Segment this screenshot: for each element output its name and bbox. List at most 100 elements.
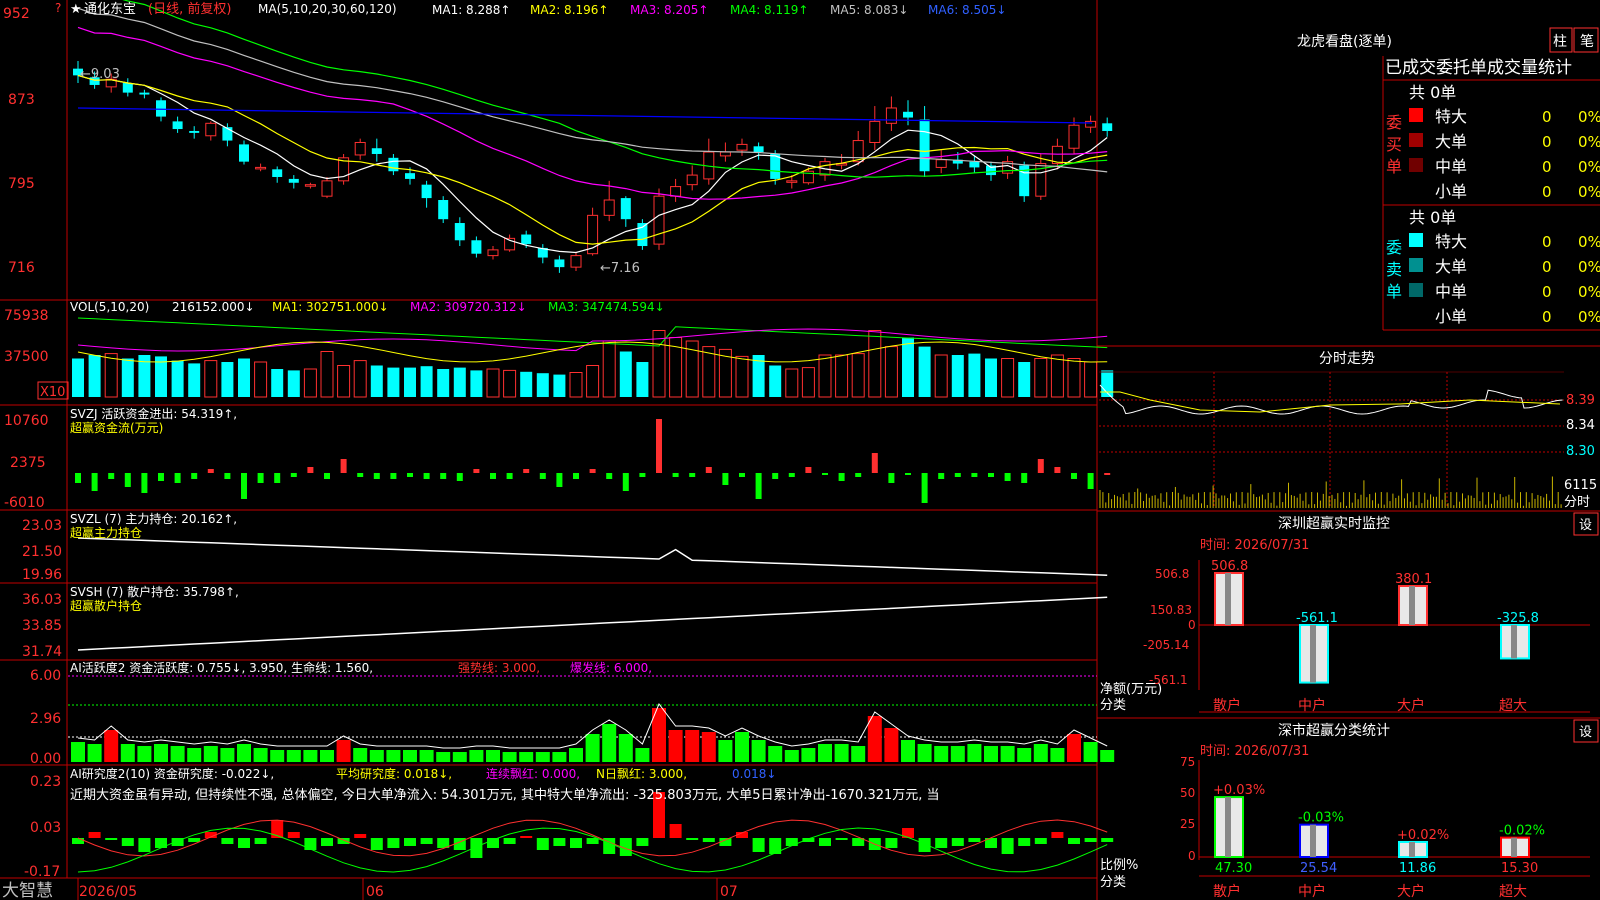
ai2-bar — [686, 838, 699, 840]
svzj-bar — [390, 473, 397, 479]
svzl-axis-2: 21.50 — [22, 544, 62, 560]
vol-label: VOL(5,10,20) — [70, 300, 149, 314]
candle-body — [935, 159, 947, 168]
classify-category: 散户 — [1213, 883, 1241, 900]
svsh-axis-1: 36.03 — [22, 592, 62, 608]
volume-bar — [1018, 362, 1031, 397]
volume-bar — [486, 368, 500, 398]
ai1-bar — [685, 730, 700, 762]
volume-bar — [287, 370, 300, 397]
ai2-bar — [121, 838, 134, 846]
ai2-bar — [951, 838, 964, 846]
ai2-bar — [785, 838, 798, 846]
brand-logo: 大智慧 — [2, 881, 53, 900]
volume-bar — [370, 365, 383, 397]
monitor-axis-2: 150.83 — [1150, 603, 1192, 617]
ai2-bar — [520, 836, 533, 838]
ai1-bar — [1000, 746, 1015, 762]
candle-body — [405, 173, 415, 179]
ai1-bar — [1033, 744, 1048, 762]
ai2-bar — [702, 838, 715, 842]
right-title: 龙虎看盘(逐单) — [1297, 33, 1392, 50]
ai1-bar — [1083, 742, 1098, 762]
ai1-axis-2: 2.96 — [30, 711, 61, 727]
ai1-bar — [569, 748, 583, 762]
ai1-bar — [452, 752, 467, 762]
ai1-bar — [353, 748, 368, 762]
vol-ma3-line — [77, 317, 1108, 349]
ai2-bar — [254, 838, 267, 844]
ai2-bar — [1051, 832, 1064, 838]
stock-star-icon[interactable]: ★ — [70, 2, 82, 17]
candle-body — [603, 199, 615, 216]
volume-bar — [918, 346, 931, 397]
ai1-bar — [867, 716, 882, 762]
monitor-category: 中户 — [1298, 697, 1326, 714]
ai2-bar — [238, 838, 250, 848]
ma3-line — [77, 26, 1108, 200]
sell-label-1: 委 — [1386, 238, 1402, 257]
volume-bar — [818, 354, 832, 398]
volume-bar — [1034, 358, 1048, 398]
ai2-bar — [918, 838, 931, 852]
volume-bar — [387, 367, 400, 397]
ai2-bar — [819, 838, 831, 846]
ai1-bar — [801, 748, 816, 762]
order-type-label: 小单 — [1435, 182, 1467, 201]
ai1-bar — [486, 750, 500, 762]
classify-bar-shade — [1310, 824, 1316, 857]
ma5-line — [77, 7, 1108, 173]
help-icon[interactable]: ? — [55, 1, 61, 15]
order-type-label: 特大 — [1435, 232, 1467, 251]
monitor-time: 时间: 2026/07/31 — [1200, 538, 1309, 553]
ai1-bar — [87, 744, 102, 762]
candle-body — [321, 180, 333, 197]
classify-bar-value: 47.30 — [1215, 861, 1252, 876]
volume-bar — [303, 368, 317, 398]
classify-axis-2: 50 — [1180, 786, 1195, 800]
ma6-value: MA6: 8.505↓ — [928, 3, 1006, 17]
ai2-bar — [105, 838, 118, 840]
ai2-bar — [1084, 838, 1097, 842]
ai1-bar — [768, 746, 783, 762]
ai1-bar — [834, 744, 849, 762]
svzj-bar — [855, 473, 862, 477]
svzj-bar — [705, 467, 712, 473]
classify-bar-value: 11.86 — [1399, 861, 1436, 876]
ai1-bar — [120, 744, 135, 762]
candle-body — [885, 107, 897, 124]
volume-bar — [569, 372, 583, 398]
order-count: 0 — [1542, 133, 1552, 151]
svzj-axis-2: 2375 — [10, 455, 46, 471]
svzj-bar — [373, 473, 380, 479]
ma2-value: MA2: 8.196↑ — [530, 3, 608, 17]
svzj-bar — [506, 473, 513, 479]
ai1-bar — [104, 730, 119, 762]
svsh-line — [77, 596, 1108, 651]
ma4-line — [122, 0, 1108, 178]
svzj-bar — [971, 473, 978, 477]
svsh-axis-3: 31.74 — [22, 644, 62, 660]
ai2-bar — [553, 838, 566, 846]
candle-body — [869, 120, 881, 143]
sell-total: 共 0单 — [1409, 208, 1456, 227]
monitor-bar-value: -561.1 — [1296, 611, 1338, 626]
candle-body — [156, 100, 166, 117]
vol-ma3: MA3: 347474.594↓ — [548, 300, 665, 314]
ai2-bar — [1001, 838, 1014, 854]
stock-mode[interactable]: (日线, 前复权) — [148, 1, 231, 17]
classify-bar-shade — [1511, 837, 1517, 857]
ai2-bar — [287, 832, 300, 838]
order-pct: 0% — [1578, 133, 1600, 151]
order-pct: 0% — [1578, 233, 1600, 251]
candle-body — [487, 249, 499, 257]
ai2-axis-2: 0.03 — [30, 820, 61, 836]
candle-body — [172, 121, 183, 130]
order-pct: 0% — [1578, 283, 1600, 301]
svzj-bar — [1087, 473, 1094, 489]
volume-bar — [221, 362, 234, 397]
candle-body — [354, 141, 366, 156]
svzj-bar — [739, 473, 745, 477]
svzj-bar — [822, 473, 828, 475]
svzj-bar — [224, 473, 231, 479]
